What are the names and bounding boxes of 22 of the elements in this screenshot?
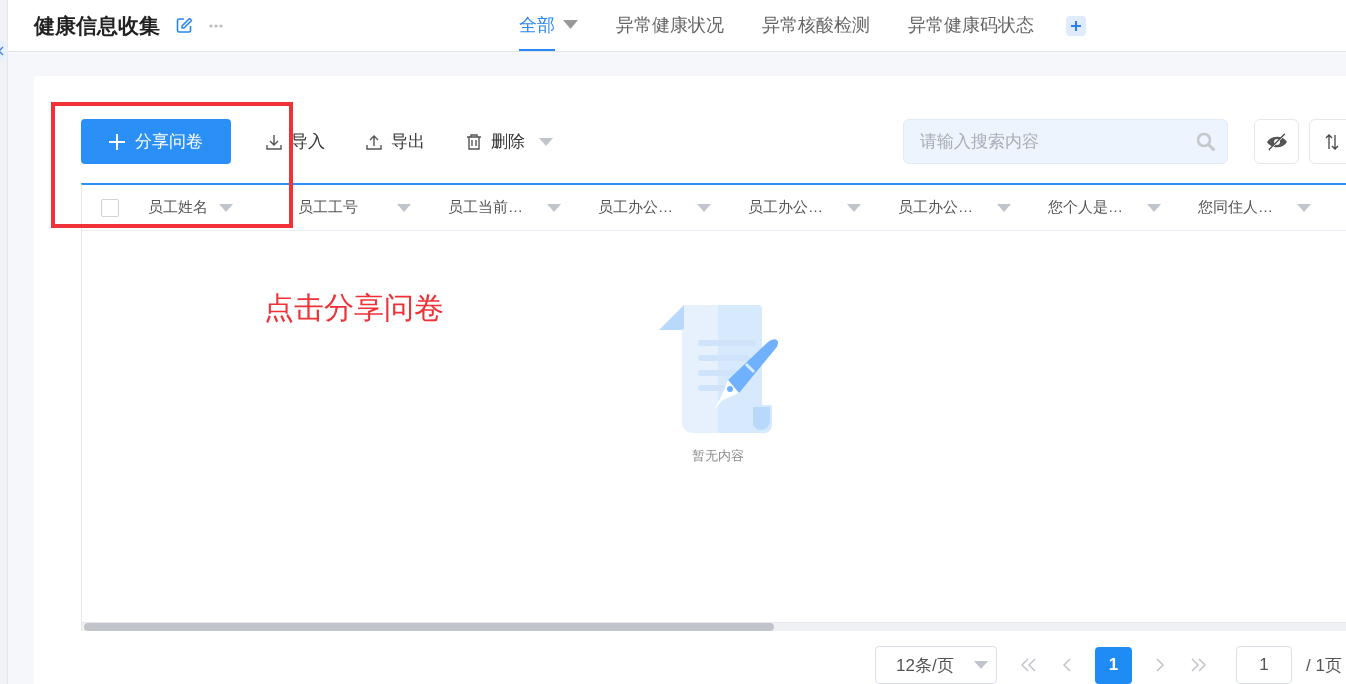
column-header[interactable]: 员工办公… (598, 198, 673, 217)
column-header[interactable]: 员工工号 (298, 198, 358, 217)
import-button[interactable]: 导入 (259, 129, 331, 154)
tab[interactable]: 异常健康码状态 (900, 0, 1042, 51)
column-header[interactable]: 员工姓名 (148, 198, 208, 217)
delete-button[interactable]: 删除 (459, 129, 559, 154)
page-size-select[interactable]: 12条/页 (875, 646, 997, 684)
column-header[interactable]: 您同住人… (1198, 198, 1273, 217)
tab[interactable]: 全部 (511, 0, 586, 51)
annotation-text: 点击分享问卷 (264, 290, 444, 326)
tab[interactable]: 异常核酸检测 (754, 0, 878, 51)
empty-message: 暂无内容 (692, 447, 744, 465)
page-title: 健康信息收集 (34, 12, 160, 39)
tab[interactable]: 异常健康状况 (608, 0, 732, 51)
column-header[interactable]: 员工当前… (448, 198, 523, 217)
search-field[interactable]: 请输入搜索内容 (903, 119, 1228, 164)
export-button[interactable]: 导出 (359, 129, 431, 154)
total-pages: / 1页 (1306, 654, 1342, 677)
column-header[interactable]: 员工办公… (898, 198, 973, 217)
column-header[interactable]: 员工办公… (748, 198, 823, 217)
page-jump-field[interactable]: 1 (1236, 646, 1292, 684)
column-header[interactable]: 您个人是… (1048, 198, 1123, 217)
